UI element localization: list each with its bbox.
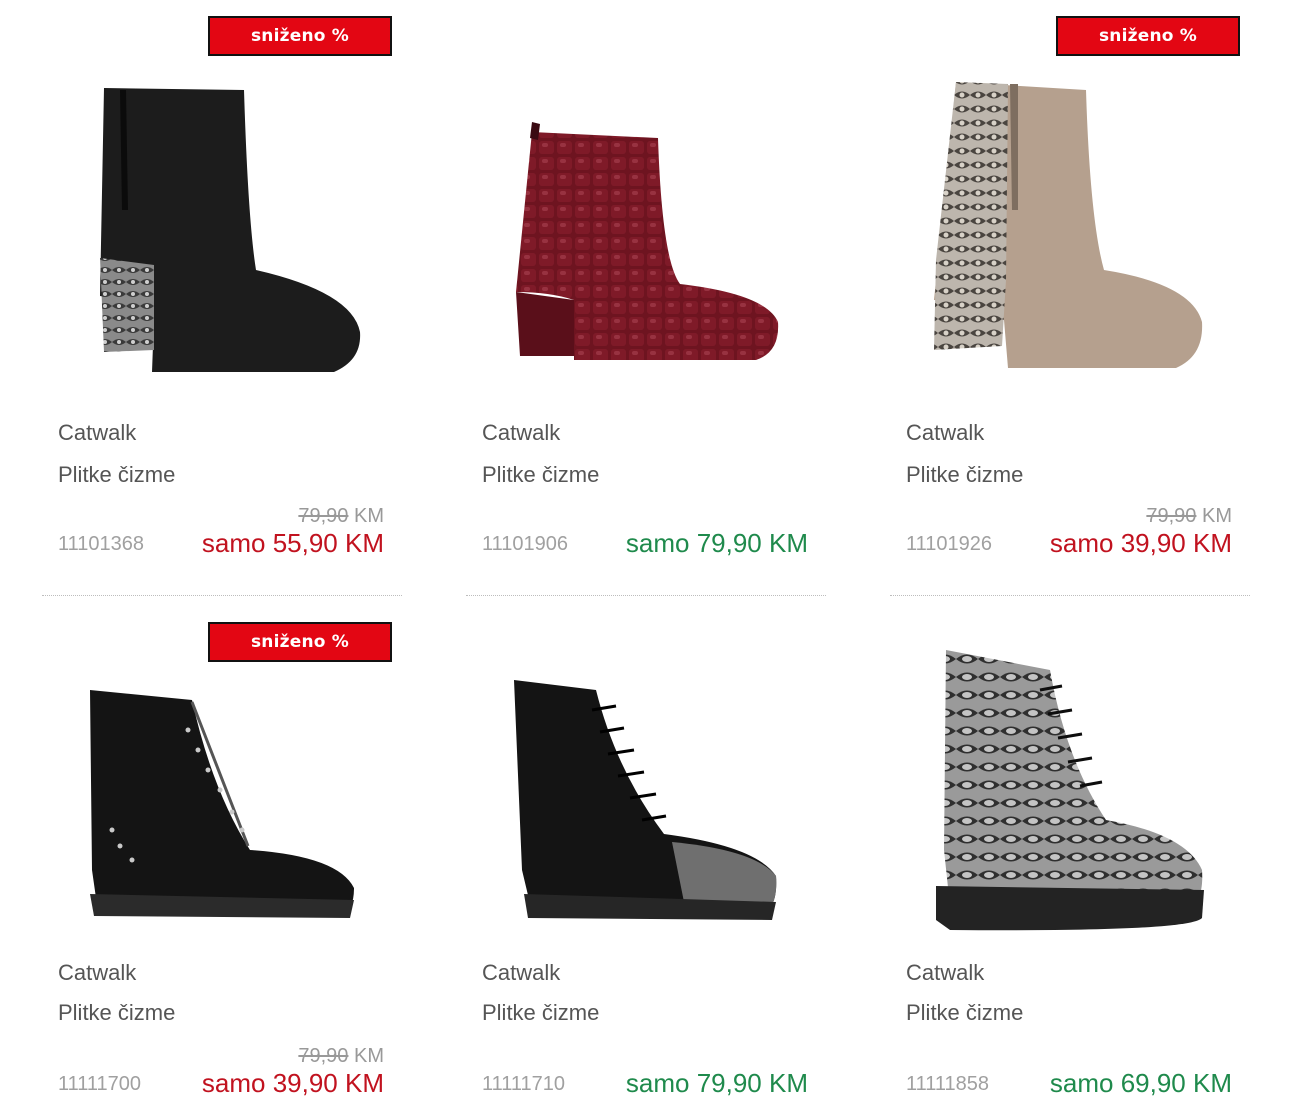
product-brand[interactable]: Catwalk <box>906 420 984 446</box>
boot-image[interactable] <box>42 650 402 960</box>
product-name[interactable]: Plitke čizme <box>906 462 1023 488</box>
product-brand[interactable]: Catwalk <box>906 960 984 986</box>
boot-image[interactable] <box>466 60 826 400</box>
product-brand[interactable]: Catwalk <box>58 960 136 986</box>
product-price: samo 79,90 KM <box>625 528 808 558</box>
boot-image[interactable] <box>890 60 1250 400</box>
discount-badge: sniženo % <box>1056 16 1240 56</box>
product-sku: 11111700 <box>58 1073 142 1095</box>
product-brand[interactable]: Catwalk <box>482 960 560 986</box>
product-name[interactable]: Plitke čizme <box>58 1000 175 1026</box>
product-sku: 11101368 <box>58 533 145 555</box>
discount-badge: sniženo % <box>208 16 392 56</box>
product-brand[interactable]: Catwalk <box>58 420 136 446</box>
boot-image[interactable] <box>890 650 1250 960</box>
product-price: samo 79,90 KM <box>625 1068 808 1098</box>
product-card[interactable]: Catwalk Plitke čizme 11111710 samo 79,90… <box>466 610 826 1118</box>
product-sku: 11111858 <box>906 1073 990 1095</box>
product-sku: 11101926 <box>906 533 993 555</box>
boot-image[interactable] <box>466 650 826 960</box>
product-card[interactable]: sniženo % Catwalk Plitke čizme 79,90 KM … <box>42 0 402 596</box>
product-price: samo 39,90 KM <box>201 1068 384 1098</box>
product-sku: 11111710 <box>482 1073 566 1095</box>
product-card[interactable]: Catwalk Plitke čizme 11101906 samo 79,90… <box>466 0 826 596</box>
product-name[interactable]: Plitke čizme <box>906 1000 1023 1026</box>
product-price: samo 55,90 KM <box>201 528 384 558</box>
product-card[interactable]: sniženo % Catwalk Plitke čizme 79,90 KM … <box>42 610 402 1118</box>
product-brand[interactable]: Catwalk <box>482 420 560 446</box>
product-grid: sniženo % Catwalk Plitke čizme 79,90 KM … <box>0 0 1290 1118</box>
product-name[interactable]: Plitke čizme <box>482 462 599 488</box>
old-price: 79,90 KM <box>298 1045 384 1067</box>
product-card[interactable]: sniženo % Catwalk Plitke čizme 79,90 KM … <box>890 0 1250 596</box>
product-card[interactable]: Catwalk Plitke čizme 11111858 samo 69,90… <box>890 610 1250 1118</box>
product-price: samo 69,90 KM <box>1049 1068 1232 1098</box>
old-price: 79,90 KM <box>298 505 384 527</box>
product-price: samo 39,90 KM <box>1049 528 1232 558</box>
old-price: 79,90 KM <box>1146 505 1232 527</box>
product-name[interactable]: Plitke čizme <box>58 462 175 488</box>
boot-image[interactable] <box>42 60 402 400</box>
product-name[interactable]: Plitke čizme <box>482 1000 599 1026</box>
product-sku: 11101906 <box>482 533 569 555</box>
